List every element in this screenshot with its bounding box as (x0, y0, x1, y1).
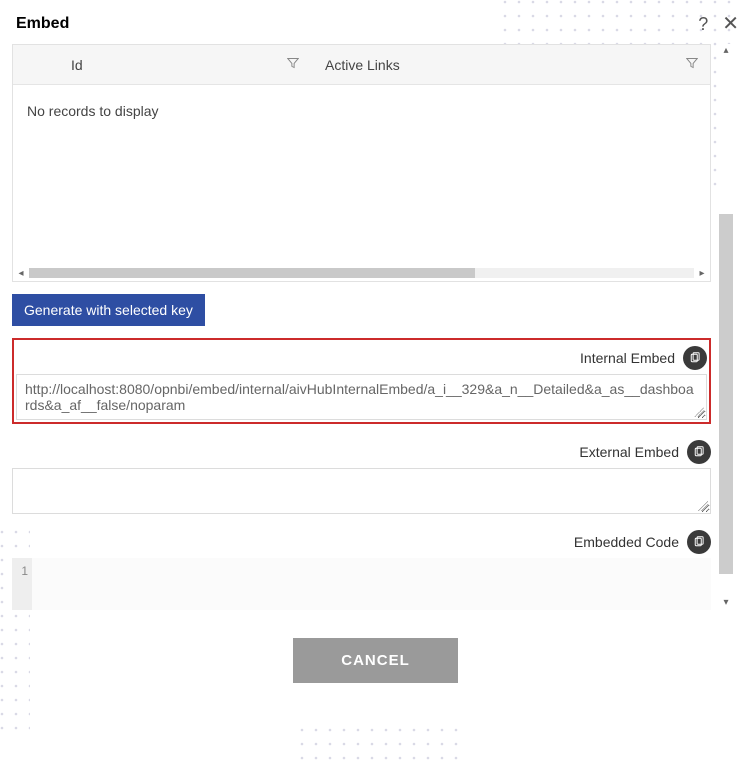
filter-icon[interactable] (273, 57, 313, 72)
decorative-dots-bottom (300, 728, 460, 768)
scroll-track[interactable] (719, 60, 733, 594)
generate-key-button[interactable]: Generate with selected key (12, 294, 205, 326)
records-table: Id Active Links No records to display ◂ … (12, 44, 711, 282)
scroll-down-icon[interactable]: ▾ (719, 596, 733, 610)
scroll-up-icon[interactable]: ▴ (719, 44, 733, 58)
scroll-left-icon[interactable]: ◂ (13, 268, 29, 279)
close-icon[interactable]: ✕ (722, 14, 739, 34)
copy-internal-button[interactable] (683, 346, 707, 370)
copy-external-button[interactable] (687, 440, 711, 464)
filter-icon[interactable] (674, 57, 710, 72)
help-icon[interactable]: ? (698, 15, 708, 33)
copy-code-button[interactable] (687, 530, 711, 554)
external-embed-textarea[interactable] (12, 468, 711, 514)
hscroll-thumb[interactable] (29, 268, 475, 278)
internal-embed-value: http://localhost:8080/opnbi/embed/intern… (25, 381, 694, 413)
vertical-scrollbar[interactable]: ▴ ▾ (719, 44, 733, 610)
external-embed-label: External Embed (579, 444, 679, 460)
dialog-title: Embed (16, 15, 69, 33)
empty-state-text: No records to display (27, 103, 159, 119)
column-active-links-header[interactable]: Active Links (313, 57, 674, 73)
hscroll-track[interactable] (29, 268, 694, 278)
scroll-right-icon[interactable]: ▸ (694, 268, 710, 279)
internal-embed-textarea[interactable]: http://localhost:8080/opnbi/embed/intern… (16, 374, 707, 420)
horizontal-scrollbar[interactable]: ◂ ▸ (13, 265, 710, 281)
code-line-number: 1 (12, 558, 32, 610)
cancel-button[interactable]: CANCEL (293, 638, 458, 683)
column-id-header[interactable]: Id (13, 57, 273, 73)
scroll-thumb[interactable] (719, 214, 733, 574)
internal-embed-label: Internal Embed (580, 350, 675, 366)
embedded-code-label: Embedded Code (574, 534, 679, 550)
embedded-code-textarea[interactable] (32, 558, 711, 610)
table-header: Id Active Links (13, 45, 710, 85)
